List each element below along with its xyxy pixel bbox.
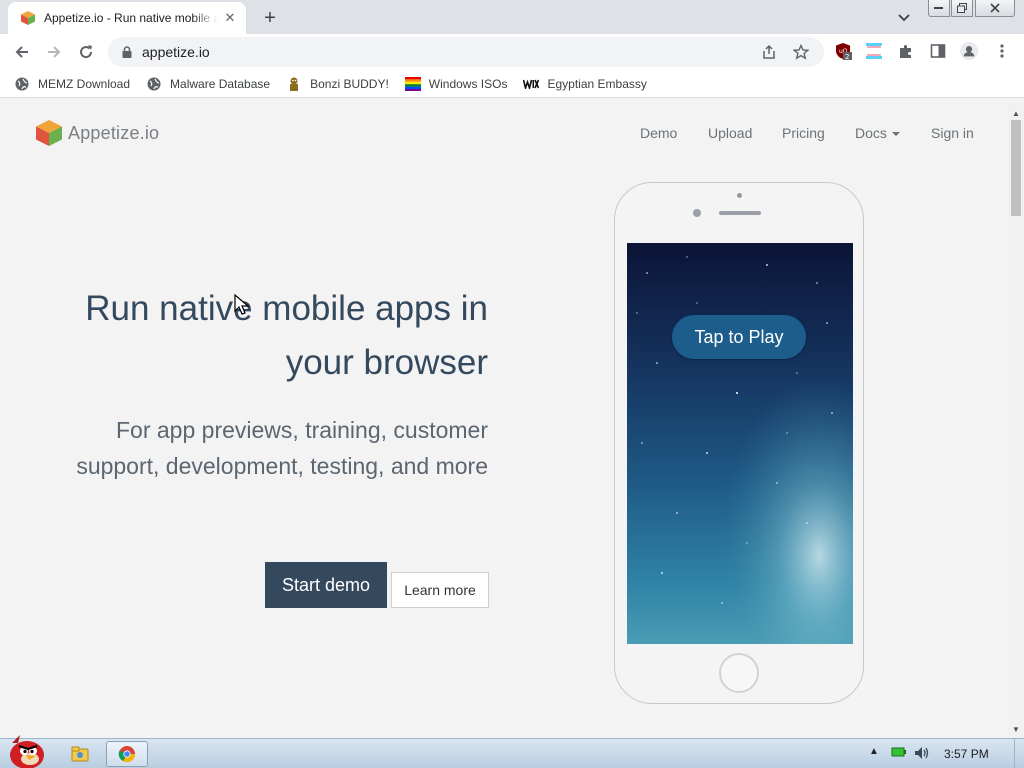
nav-docs-label: Docs xyxy=(855,125,887,141)
mouse-cursor-icon xyxy=(234,294,250,315)
page-scrollbar[interactable]: ▲ ▼ xyxy=(1008,104,1024,738)
rainbow-flag-icon xyxy=(404,76,421,92)
learn-more-button[interactable]: Learn more xyxy=(391,572,489,608)
hero-subheadline-line: support, development, testing, and more xyxy=(76,453,488,479)
hero-headline-line: Run native mobile apps in xyxy=(85,289,488,328)
nav-demo[interactable]: Demo xyxy=(640,125,677,141)
hero-subheadline: For app previews, training, customer sup… xyxy=(40,412,488,484)
phone-camera xyxy=(737,193,742,198)
forward-icon[interactable] xyxy=(42,40,66,64)
starfield-background xyxy=(627,243,853,644)
scroll-down-arrow-icon[interactable]: ▼ xyxy=(1008,722,1024,736)
extensions-puzzle-icon[interactable] xyxy=(897,42,915,60)
bookmarks-bar: MEMZ Download Malware Database Bonzi BUD… xyxy=(0,70,1024,98)
bookmark-egyptian-embassy[interactable]: Egyptian Embassy xyxy=(523,76,647,92)
phone-mockup: Tap to Play xyxy=(614,182,864,704)
appetize-favicon-icon xyxy=(21,11,35,25)
hero-headline-line: your browser xyxy=(285,343,488,382)
browser-toolbar: appetize.io uO 2 xyxy=(0,34,1024,70)
site-logo[interactable]: Appetize.io xyxy=(34,118,159,148)
taskbar-explorer-icon[interactable] xyxy=(64,741,96,767)
tray-volume-icon[interactable] xyxy=(913,746,931,760)
brand-name: Appetize.io xyxy=(68,122,160,143)
profile-avatar-icon[interactable] xyxy=(960,42,978,60)
wix-icon xyxy=(523,76,540,92)
side-panel-icon[interactable] xyxy=(929,42,947,60)
nav-sign-in[interactable]: Sign in xyxy=(931,125,974,141)
svg-text:2: 2 xyxy=(845,53,849,60)
pride-extension-icon[interactable] xyxy=(865,42,883,60)
tab-title: Appetize.io - Run native mobile apps in … xyxy=(44,11,218,25)
nav-upload[interactable]: Upload xyxy=(708,125,752,141)
browser-tab[interactable]: Appetize.io - Run native mobile apps in … xyxy=(8,2,246,34)
ublock-extension-icon[interactable]: uO 2 xyxy=(834,42,852,60)
hero-headline: Run native mobile apps in your browser xyxy=(40,282,488,390)
tap-to-play-button[interactable]: Tap to Play xyxy=(672,315,806,359)
bookmark-label: Malware Database xyxy=(170,76,271,91)
bookmark-malware-database[interactable]: Malware Database xyxy=(146,76,270,92)
start-demo-button[interactable]: Start demo xyxy=(265,562,387,608)
nav-pricing[interactable]: Pricing xyxy=(782,125,825,141)
phone-speaker xyxy=(719,211,761,215)
restore-button[interactable] xyxy=(951,0,973,17)
address-bar[interactable]: appetize.io xyxy=(108,37,824,67)
tab-strip: Appetize.io - Run native mobile apps in … xyxy=(0,0,1024,34)
phone-sensor xyxy=(693,209,701,217)
tray-expand-icon[interactable]: ▲ xyxy=(868,746,880,757)
bonzi-icon xyxy=(286,76,302,92)
globe-icon xyxy=(14,76,30,92)
taskbar-chrome-icon[interactable] xyxy=(106,741,148,767)
nav-docs[interactable]: Docs xyxy=(855,125,900,141)
scrollbar-thumb[interactable] xyxy=(1011,120,1021,216)
page-viewport: Appetize.io Demo Upload Pricing Docs Sig… xyxy=(0,104,1008,738)
bookmark-bonzi-buddy[interactable]: Bonzi BUDDY! xyxy=(286,76,389,92)
tray-battery-icon[interactable] xyxy=(890,746,908,758)
lock-icon[interactable] xyxy=(120,45,134,59)
bookmark-label: MEMZ Download xyxy=(38,76,131,91)
close-window-button[interactable] xyxy=(975,0,1015,17)
bookmark-memz[interactable]: MEMZ Download xyxy=(14,76,130,92)
taskbar-clock[interactable]: 3:57 PM xyxy=(944,747,989,761)
share-icon[interactable] xyxy=(760,43,778,61)
start-menu-angry-bird-icon[interactable] xyxy=(4,731,50,768)
windows-taskbar: ▲ 3:57 PM xyxy=(0,735,1024,768)
bookmark-label: Egyptian Embassy xyxy=(547,76,647,91)
new-tab-button[interactable]: + xyxy=(258,6,282,30)
hero-subheadline-line: For app previews, training, customer xyxy=(116,417,488,443)
bookmark-windows-isos[interactable]: Windows ISOs xyxy=(404,76,508,92)
url-text[interactable]: appetize.io xyxy=(142,44,210,60)
phone-home-button xyxy=(719,653,759,693)
scroll-up-arrow-icon[interactable]: ▲ xyxy=(1008,106,1024,120)
minimize-button[interactable] xyxy=(928,0,950,17)
tab-search-chevron-icon[interactable] xyxy=(894,8,914,28)
bookmark-label: Bonzi BUDDY! xyxy=(310,76,389,91)
tab-close-icon[interactable]: ✕ xyxy=(222,10,238,26)
chrome-menu-icon[interactable] xyxy=(993,42,1011,60)
phone-screen[interactable]: Tap to Play xyxy=(627,243,853,644)
bookmark-label: Windows ISOs xyxy=(428,76,508,91)
bookmark-star-icon[interactable] xyxy=(792,43,810,61)
reload-icon[interactable] xyxy=(74,40,98,64)
back-icon[interactable] xyxy=(10,40,34,64)
appetize-cube-icon xyxy=(36,120,62,146)
show-desktop-button[interactable] xyxy=(1014,739,1024,768)
globe-icon xyxy=(146,76,162,92)
